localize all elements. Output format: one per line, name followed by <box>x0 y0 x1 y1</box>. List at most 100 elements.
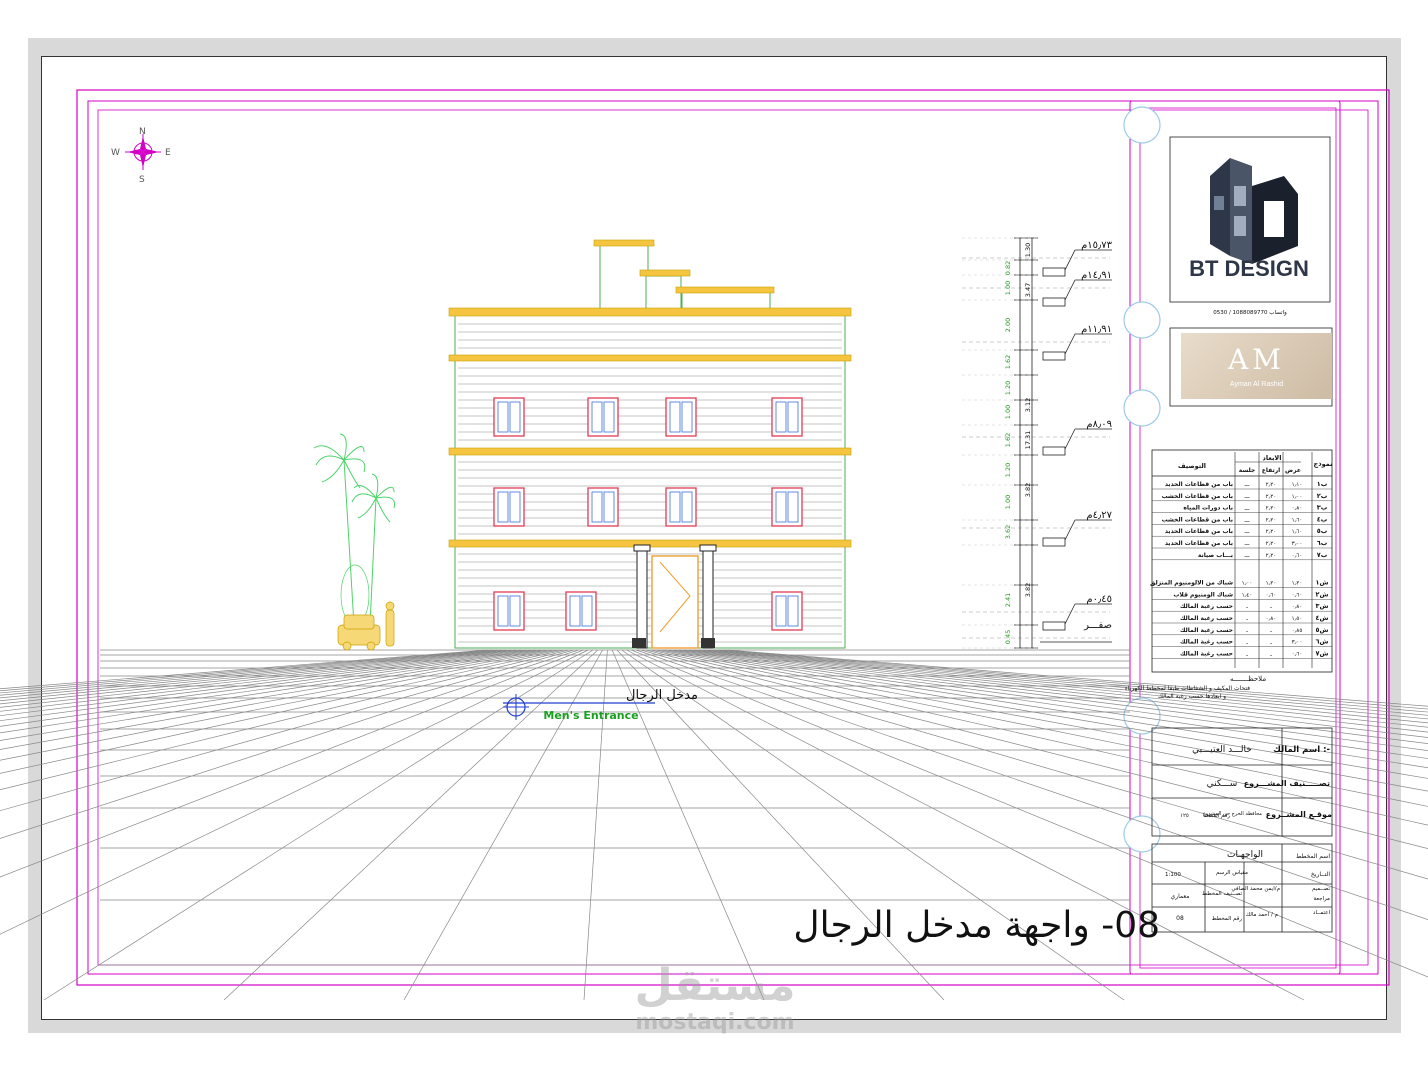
schedule-cell-height: ٢٫٢٠ <box>1266 482 1277 488</box>
schedule-cell-model: ب١ <box>1317 480 1328 488</box>
schedule-cell-height: ـ <box>1269 640 1272 646</box>
dim-value-green: 0.45 <box>1004 630 1012 644</box>
schedule-header-sill: جلسة <box>1239 467 1256 474</box>
level-box <box>1042 297 1066 307</box>
schedule-cell-height: ٠٫٨٠ <box>1266 616 1277 622</box>
plan-label: اسم المخطط <box>1296 853 1330 860</box>
am-logo: AM Ayman Al Rashid <box>1181 333 1332 399</box>
level-label: ١١٫٩١م <box>1081 324 1112 335</box>
level-box <box>1042 351 1066 361</box>
notes-title: ملاحظـــــــه <box>1230 675 1266 683</box>
schedule-cell-model: ش٦ <box>1316 638 1329 646</box>
location-label: موقـع المشــروع <box>1266 810 1332 819</box>
watermark-ar: مستقل <box>634 960 796 1011</box>
schedule-cell-width: ٠٫٦٠ <box>1292 553 1303 559</box>
schedule-cell-desc: حسب رغبة المالك <box>1180 650 1233 657</box>
schedule-cell-width: ٠٫٨٠ <box>1292 604 1303 610</box>
schedule-cell-model: ب٣ <box>1317 504 1328 512</box>
schedule-header-height: ارتفاع <box>1262 467 1280 474</box>
schedule-cell-desc: شباك الومنيوم قلاب <box>1173 591 1233 598</box>
schedule-cell-sill: ـ <box>1245 651 1248 657</box>
level-label: ٨٫٠٩م <box>1086 419 1112 430</box>
schedule-cell-height: ٢٫٢٠ <box>1266 529 1277 535</box>
car-icon <box>337 601 395 651</box>
drawing-title: 08- واجهة مدخل الرجال <box>793 905 1160 946</box>
schedule-cell-height: ٢٫٢٠ <box>1266 553 1277 559</box>
schedule-cell-desc: باب من قطاعات الخشب <box>1162 516 1233 523</box>
dim-value-green: 1.62 <box>1004 355 1012 369</box>
plan-class-value: معماري <box>1171 893 1190 900</box>
schedule-cell-sill: ـــ <box>1244 553 1250 559</box>
schedule-cell-sill: ـ <box>1245 628 1248 634</box>
schedule-cell-model: ش٢ <box>1316 590 1329 598</box>
dim-value-green: 1.20 <box>1004 381 1012 395</box>
watermark: مستقل mostaqi.com <box>600 962 830 1052</box>
schedule-header-model: نموذج <box>1314 460 1333 468</box>
schedule-cell-sill: ـ <box>1245 616 1248 622</box>
schedule-cell-model: ش٣ <box>1316 602 1329 610</box>
schedule-cell-sill: ١٫٠٠ <box>1242 581 1253 587</box>
dim-value-black: 3.82 <box>1024 583 1032 597</box>
dim-value-black: 3.82 <box>1024 483 1032 497</box>
dim-value-green: 0.82 <box>1004 261 1012 275</box>
design-label: تصــميم <box>1312 886 1330 892</box>
level-leader <box>1064 279 1076 301</box>
schedule-cell-sill: ١٫٤٠ <box>1242 592 1253 598</box>
schedule-cell-model: ش٧ <box>1316 649 1329 657</box>
schedule-cell-model: ب٦ <box>1317 539 1328 547</box>
level-label: ١٤٫٩١م <box>1081 270 1112 281</box>
schedule-cell-width: ١٫٦٠ <box>1292 517 1303 523</box>
window <box>771 487 803 527</box>
schedule-header-desc: التوصيف <box>1178 462 1206 470</box>
schedule-cell-model: ب٧ <box>1317 551 1328 559</box>
level-leader <box>1064 603 1076 625</box>
grid-ray <box>0 649 531 717</box>
schedule-cell-width: ١٫١٠ <box>1292 482 1303 488</box>
schedule-cell-width: ٣٫٠٠ <box>1292 640 1303 646</box>
schedule-cell-sill: ـ <box>1245 604 1248 610</box>
dim-value-green: 1.00 <box>1004 405 1012 419</box>
grid-ray <box>0 649 546 734</box>
am-tagline: Ayman Al Rashid <box>1229 381 1284 388</box>
schedule-cell-desc: باب من قطاعات الحديد <box>1165 481 1233 488</box>
window <box>665 487 697 527</box>
dim-value-green: 3.62 <box>1004 525 1012 539</box>
schedule-cell-width: ١٫٥٠ <box>1292 616 1303 622</box>
notes-line1: فتحات المكيف و الشفاطات طبقا لمخطط الكهر… <box>1125 685 1250 692</box>
window <box>493 487 525 527</box>
compass-icon: N S E W <box>111 127 171 185</box>
level-leader <box>1064 519 1076 541</box>
schedule-cell-sill: ـــ <box>1244 541 1250 547</box>
grid-ray <box>0 649 550 741</box>
schedule-cell-desc: حسب رغبة المالك <box>1180 627 1233 634</box>
schedule-cell-width: ٠٫٨٠ <box>1292 506 1303 512</box>
schedule-header-dims: الابعاد <box>1263 454 1282 462</box>
owner-label: اسم المالك :- <box>1273 745 1330 755</box>
level-label: ٠٫٤٥م <box>1086 594 1112 605</box>
dim-value-black: 3.12 <box>1024 398 1032 412</box>
schedule-cell-width: ١٫٦٠ <box>1292 529 1303 535</box>
plan-class-label: تصــنيف المخطط <box>1202 891 1242 897</box>
schedule-cell-desc: حسب رغبة المالك <box>1180 615 1233 622</box>
schedule-cell-model: ش١ <box>1316 579 1329 587</box>
door-window-schedule: نموذج الابعادعرض ارتفاع جلسة التوصيف ب١ ١٫١٠ ٢٫… <box>1150 452 1332 668</box>
window <box>665 397 697 437</box>
plan-value: الواجهـات <box>1227 850 1263 860</box>
level-box <box>1042 446 1066 456</box>
schedule-cell-width: ١٫٠٠ <box>1292 494 1303 500</box>
level-label: صفـــر <box>1083 620 1112 631</box>
schedule-cell-sill: ـ <box>1245 640 1248 646</box>
schedule-cell-model: ب٥ <box>1317 527 1328 535</box>
notes-line2: و ابعادها حسب رغبة المالك <box>1158 693 1226 700</box>
schedule-cell-height: ٢٫٢٠ <box>1266 517 1277 523</box>
dim-value-green: 2.41 <box>1004 593 1012 607</box>
dim-value-black: 1.30 <box>1024 243 1032 257</box>
schedule-cell-model: ب٢ <box>1317 492 1328 500</box>
dim-value-green: 1.00 <box>1004 495 1012 509</box>
scale-value: 1:100 <box>1165 872 1181 878</box>
schedule-cell-height: ٠٫٦٠ <box>1266 592 1277 598</box>
schedule-cell-height: ـ <box>1269 628 1272 634</box>
level-label: ١٥٫٧٣م <box>1081 240 1113 251</box>
schedule-cell-desc: حسب رغبة المالك <box>1180 639 1233 646</box>
compass-n: N <box>139 127 146 137</box>
